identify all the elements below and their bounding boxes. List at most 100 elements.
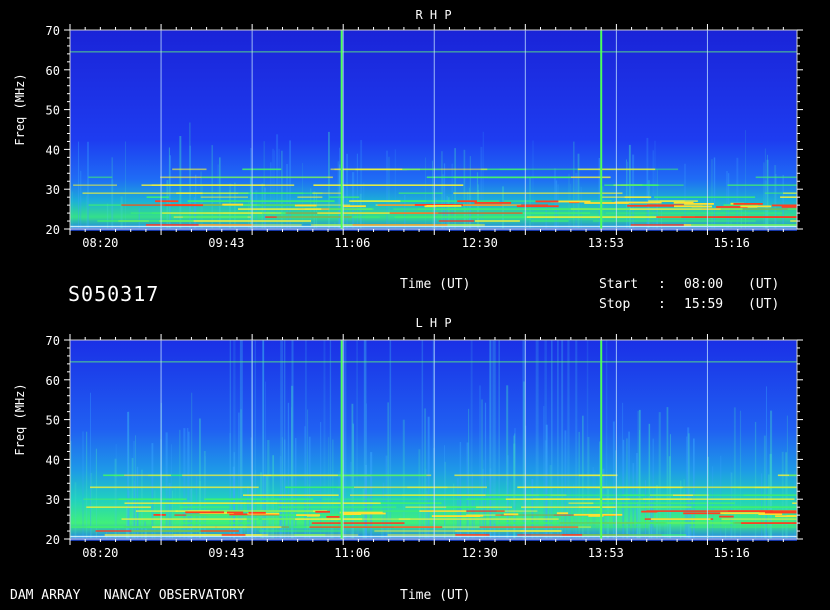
- emission-band: [276, 216, 380, 218]
- emission-band: [187, 200, 335, 202]
- burst-streak: [470, 340, 473, 539]
- emission-band: [681, 216, 797, 218]
- emission-band: [615, 506, 716, 508]
- burst-streak: [736, 157, 739, 229]
- burst-streak: [492, 340, 494, 539]
- burst-streak: [493, 340, 496, 539]
- emission-band: [650, 518, 711, 520]
- burst-streak: [179, 136, 182, 229]
- burst-streak: [388, 156, 390, 229]
- emission-band: [238, 192, 304, 194]
- burst-streak: [404, 194, 406, 229]
- burst-streak: [544, 340, 547, 539]
- lhp-spectrogram-panel: 20 30 40 50 60 70 08:20 09:43 11:06 12:30 13:53 15:…: [13, 316, 803, 560]
- emission-band: [311, 522, 405, 524]
- y-tick-label: 60: [46, 374, 60, 388]
- middle-time-axis-label: Time (UT): [400, 277, 471, 292]
- emission-band: [781, 206, 797, 208]
- emission-band: [455, 534, 490, 536]
- burst-streak: [576, 340, 578, 539]
- burst-streak: [171, 444, 172, 539]
- burst-streak: [356, 340, 358, 539]
- emission-band: [710, 506, 780, 508]
- emission-band: [336, 486, 487, 489]
- x-tick-label: 09:43: [208, 236, 244, 250]
- emission-band: [721, 518, 797, 520]
- emission-band: [182, 474, 338, 477]
- burst-streak: [427, 416, 430, 539]
- burst-streak: [763, 162, 765, 229]
- burst-streak: [280, 340, 284, 539]
- bottom-time-axis-label: Time (UT): [400, 588, 471, 603]
- low-frequency-edge: [70, 225, 797, 228]
- y-tick-label: 50: [46, 104, 60, 118]
- burst-streak: [270, 162, 272, 229]
- burst-streak: [523, 340, 525, 539]
- burst-streak: [782, 174, 784, 229]
- emission-band: [727, 184, 797, 186]
- y-tick-label: 60: [46, 64, 60, 78]
- burst-streak: [90, 392, 91, 539]
- burst-streak: [582, 415, 584, 539]
- burst-streak: [352, 423, 354, 539]
- session-id: S050317: [68, 282, 160, 306]
- burst-streak: [169, 155, 171, 229]
- y-tick-label: 50: [46, 414, 60, 428]
- emission-band: [604, 184, 645, 186]
- emission-band: [792, 502, 797, 504]
- emission-band: [775, 515, 797, 518]
- burst-streak: [421, 340, 424, 539]
- emission-band: [118, 498, 187, 500]
- emission-band: [329, 208, 374, 210]
- y-tick-label: 70: [46, 24, 60, 38]
- burst-streak: [775, 174, 777, 229]
- emission-band: [466, 514, 484, 517]
- burst-streak: [265, 476, 268, 539]
- emission-band: [90, 486, 259, 489]
- emission-band: [164, 204, 203, 207]
- emission-band: [185, 511, 224, 514]
- low-frequency-edge: [70, 535, 797, 538]
- burst-streak: [481, 399, 483, 539]
- burst-streak: [380, 511, 383, 539]
- burst-streak: [165, 432, 168, 539]
- burst-streak: [316, 192, 318, 229]
- burst-streak: [80, 170, 82, 229]
- stop-label: Stop: [599, 297, 631, 312]
- emission-band: [222, 203, 244, 206]
- burst-streak: [332, 439, 334, 539]
- burst-streak: [71, 191, 73, 229]
- burst-streak: [570, 183, 572, 229]
- emission-band: [343, 205, 366, 208]
- x-tick-label: 15:16: [714, 236, 750, 250]
- burst-streak: [229, 190, 231, 229]
- burst-streak: [151, 443, 154, 539]
- emission-band: [593, 510, 620, 512]
- y-axis-label: Freq (MHz): [13, 383, 27, 455]
- burst-streak: [557, 340, 559, 539]
- y-tick-label: 70: [46, 334, 60, 348]
- burst-streak: [291, 340, 294, 539]
- emission-band: [627, 204, 676, 207]
- emission-band: [243, 494, 339, 496]
- x-tick-label: 13:53: [588, 546, 624, 560]
- emission-band: [200, 196, 248, 198]
- emission-band: [463, 208, 630, 210]
- burst-streak: [357, 527, 359, 539]
- emission-band: [135, 510, 178, 512]
- burst-streak: [338, 471, 341, 539]
- emission-band: [227, 511, 244, 514]
- emission-band: [153, 514, 166, 516]
- emission-band: [419, 510, 467, 512]
- emission-band: [535, 200, 559, 203]
- burst-streak: [320, 422, 322, 539]
- emission-band: [674, 205, 703, 208]
- burst-streak: [713, 157, 716, 229]
- x-tick-label: 12:30: [462, 546, 498, 560]
- emission-band: [198, 224, 302, 226]
- burst-streak: [305, 340, 307, 539]
- emission-band: [453, 192, 623, 194]
- burst-streak: [343, 340, 347, 539]
- burst-streak: [754, 421, 757, 539]
- emission-band: [242, 168, 282, 171]
